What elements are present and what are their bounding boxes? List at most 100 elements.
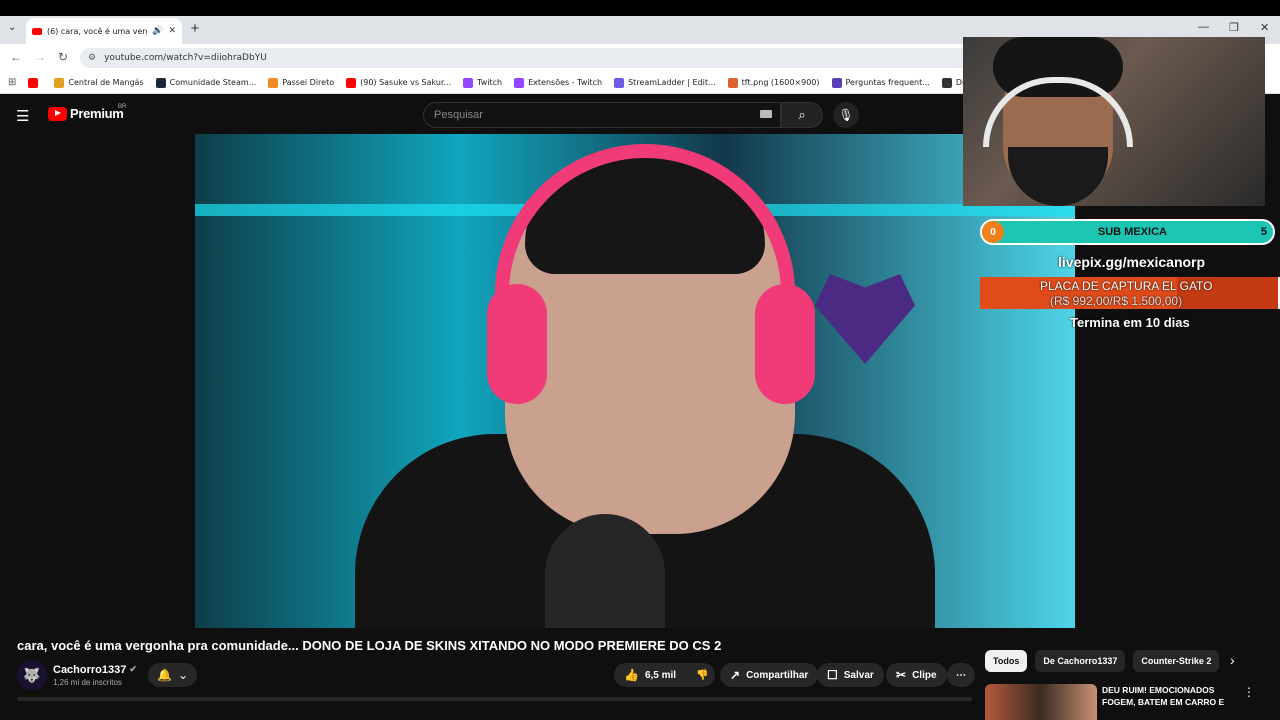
bookmark-favicon-icon xyxy=(514,77,525,88)
bookmark-item[interactable]: tft.png (1600×900) xyxy=(727,77,820,88)
bookmark-favicon-icon xyxy=(346,77,357,88)
voice-search-button[interactable]: 🎙 xyxy=(833,102,859,128)
video-player[interactable] xyxy=(195,134,1075,628)
search-placeholder: Pesquisar xyxy=(434,109,483,121)
minimize-icon[interactable]: — xyxy=(1198,21,1209,33)
verified-icon: ✔ xyxy=(129,664,137,674)
back-icon[interactable]: ← xyxy=(10,50,22,64)
url-text: youtube.com/watch?v=diiohraDbYU xyxy=(104,53,267,63)
bookmark-item[interactable]: StreamLadder | Edit... xyxy=(614,77,716,88)
livepix-url: livepix.gg/mexicanorp xyxy=(1058,254,1206,270)
recommended-more-icon[interactable]: ⋮ xyxy=(1243,685,1255,699)
apps-icon[interactable]: ⊞ xyxy=(8,77,16,88)
bookmark-favicon-icon xyxy=(831,77,842,88)
clip-label: Clipe xyxy=(912,669,937,681)
forward-icon[interactable]: → xyxy=(34,50,46,64)
reload-icon[interactable]: ↻ xyxy=(58,50,68,64)
browser-tab-active[interactable]: (6) cara, você é uma vergon 🔊 ✕ xyxy=(26,18,182,44)
screen-top-border xyxy=(0,0,1280,16)
keyboard-icon[interactable] xyxy=(760,110,772,118)
channel-info[interactable]: 🐺 Cachorro1337 ✔ 1,26 mi de inscritos xyxy=(17,660,137,690)
bookmark-label: tft.png (1600×900) xyxy=(741,78,820,87)
chip-counter-strike[interactable]: Counter-Strike 2 xyxy=(1133,650,1220,672)
microphone-icon: 🎙 xyxy=(838,108,854,122)
menu-icon[interactable]: ☰ xyxy=(16,107,29,125)
bookmark-item[interactable]: Comunidade Steam... xyxy=(155,77,257,88)
share-label: Compartilhar xyxy=(746,669,809,681)
thumbs-up-icon: 👍 xyxy=(624,668,639,682)
notification-bell-button[interactable]: 🔔 ⌄ xyxy=(148,663,197,687)
bookmark-label: Extensões - Twitch xyxy=(528,78,603,87)
bookmark-label: StreamLadder | Edit... xyxy=(628,78,716,87)
share-button[interactable]: ↗ Compartilhar xyxy=(720,663,819,687)
chevron-down-icon: ⌄ xyxy=(177,668,188,682)
tab-search-icon[interactable]: ⌄ xyxy=(8,22,16,33)
donation-goal-bar: PLACA DE CAPTURA EL GATO (R$ 992,00/R$ 1… xyxy=(980,277,1280,309)
site-info-icon[interactable]: ⚙ xyxy=(88,53,96,63)
search-button[interactable]: ⌕ xyxy=(781,102,823,128)
bookmark-favicon-icon xyxy=(155,77,166,88)
youtube-favicon-icon xyxy=(32,27,42,35)
bookmark-favicon-icon xyxy=(727,77,738,88)
goal-deadline: Termina em 10 dias xyxy=(1070,315,1190,330)
search-input[interactable]: Pesquisar xyxy=(423,102,781,128)
recommended-thumbnail[interactable] xyxy=(985,684,1097,720)
share-icon: ↗ xyxy=(730,668,741,682)
save-label: Salvar xyxy=(843,669,874,681)
like-dislike-group: 👍 6,5 mil 👎 xyxy=(614,663,715,687)
youtube-play-icon xyxy=(48,106,67,121)
tab-title: (6) cara, você é uma vergon xyxy=(47,26,147,36)
channel-avatar[interactable]: 🐺 xyxy=(17,660,47,690)
bookmark-favicon-icon xyxy=(28,77,39,88)
bell-icon: 🔔 xyxy=(156,668,172,682)
url-field[interactable]: ⚙ youtube.com/watch?v=diiohraDbYU xyxy=(80,48,1080,68)
donation-goal-amount: (R$ 992,00/R$ 1.500,00) xyxy=(1050,294,1183,308)
sub-goal-bar: 0 SUB MEXICA 5 xyxy=(980,219,1275,245)
bookmark-favicon-icon xyxy=(463,77,474,88)
bookmark-item[interactable]: Central de Mangás xyxy=(54,77,144,88)
video-headphone-right xyxy=(755,284,815,404)
maximize-icon[interactable]: ❐ xyxy=(1229,21,1239,34)
bookmark-label: Perguntas frequent... xyxy=(845,78,930,87)
dislike-button[interactable]: 👎 xyxy=(686,663,718,687)
clip-button[interactable]: ✂ Clipe xyxy=(886,663,947,687)
close-tab-icon[interactable]: ✕ xyxy=(168,26,176,36)
bookmark-label: Central de Mangás xyxy=(68,78,144,87)
channel-name[interactable]: Cachorro1337 xyxy=(53,664,126,676)
video-title: cara, você é uma vergonha pra comunidade… xyxy=(17,638,722,653)
save-button[interactable]: ☐ Salvar xyxy=(817,663,884,687)
chip-todos[interactable]: Todos xyxy=(985,650,1028,672)
donation-goal-title: PLACA DE CAPTURA EL GATO xyxy=(1040,279,1213,293)
bookmark-item[interactable]: (90) Sasuke vs Sakur... xyxy=(346,77,452,88)
bookmark-label: (90) Sasuke vs Sakur... xyxy=(360,78,452,87)
scissors-icon: ✂ xyxy=(896,668,907,682)
page-scroll-area xyxy=(17,697,972,701)
new-tab-button[interactable]: + xyxy=(188,20,202,37)
save-icon: ☐ xyxy=(827,668,838,682)
like-button[interactable]: 👍 6,5 mil xyxy=(614,663,686,687)
goal-name: SUB MEXICA xyxy=(1097,226,1167,238)
subscriber-count: 1,26 mi de inscritos xyxy=(53,677,122,687)
bookmark-favicon-icon xyxy=(54,77,65,88)
speaker-icon[interactable]: 🔊 xyxy=(152,26,163,36)
bookmark-item[interactable]: Perguntas frequent... xyxy=(831,77,930,88)
logo-region: BR xyxy=(118,104,127,110)
more-icon: ⋯ xyxy=(956,669,966,681)
more-actions-button[interactable]: ⋯ xyxy=(947,663,975,687)
bookmark-item[interactable]: Twitch xyxy=(463,77,503,88)
webcam-beard xyxy=(1008,147,1108,206)
bookmark-label: Passei Direto xyxy=(282,78,335,87)
stream-overlay: 0 SUB MEXICA 5 livepix.gg/mexicanorp PLA… xyxy=(963,37,1280,337)
bookmark-item[interactable]: Passei Direto xyxy=(268,77,335,88)
thumbs-down-icon: 👎 xyxy=(696,669,709,681)
bookmark-item[interactable]: Extensões - Twitch xyxy=(514,77,603,88)
recommended-title[interactable]: DEU RUIM! EMOCIONADOS FOGEM, BATEM EM CA… xyxy=(1102,684,1230,708)
chip-channel[interactable]: De Cachorro1337 xyxy=(1035,650,1126,672)
chevron-right-icon[interactable]: › xyxy=(1230,652,1235,668)
bookmark-label: Comunidade Steam... xyxy=(169,78,257,87)
bookmark-label: Twitch xyxy=(477,78,503,87)
close-window-icon[interactable]: ✕ xyxy=(1260,21,1269,34)
bookmark-item[interactable] xyxy=(28,77,42,88)
youtube-logo[interactable]: Premium BR xyxy=(48,104,127,121)
bookmark-favicon-icon xyxy=(941,77,952,88)
